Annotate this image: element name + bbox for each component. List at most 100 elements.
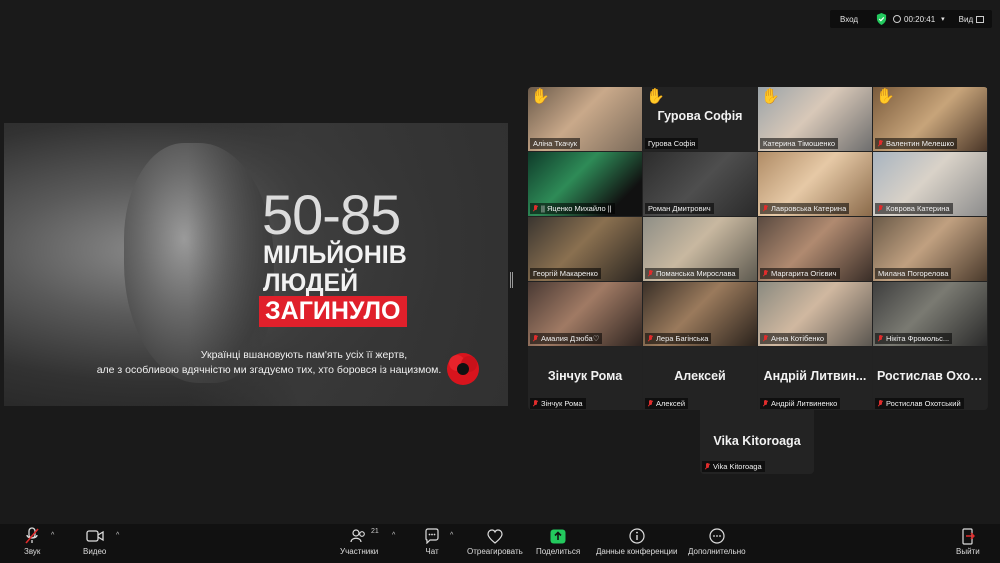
mic-muted-icon — [763, 204, 768, 213]
participant-name-label: Андрій Литвиненко — [760, 398, 841, 409]
participant-tile[interactable]: ✋ Катерина Тімошенко — [758, 87, 872, 151]
participant-name: Амалия Дзюба♡ — [541, 334, 600, 343]
share-screen-button[interactable]: Поделиться — [536, 527, 580, 556]
audio-options-chevron[interactable]: ^ — [51, 532, 54, 539]
participant-name-label: Зінчук Рома — [530, 398, 586, 409]
participant-name-label: Поманська Мирослава — [645, 268, 739, 279]
raised-hand-icon: ✋ — [876, 88, 895, 105]
participant-tile[interactable]: Поманська Мирослава — [643, 217, 757, 281]
slide-line-3: ЛЮДЕЙ — [263, 269, 359, 297]
participant-tile[interactable]: Роман Дмитрович — [643, 152, 757, 216]
participant-display-name: Ростислав Охот... — [877, 369, 986, 383]
participant-name: Маргарита Огієвич — [771, 269, 837, 278]
chat-label: Чат — [425, 547, 439, 556]
participant-name: Аліна Ткачук — [533, 139, 578, 148]
mic-muted-icon — [648, 269, 653, 278]
participant-tile[interactable]: ✋ Валентин Мелешко — [873, 87, 987, 151]
enter-button[interactable]: Вход — [840, 15, 868, 24]
mic-muted-icon — [763, 334, 768, 343]
leave-label: Выйти — [956, 547, 980, 556]
shield-icon[interactable] — [876, 13, 887, 25]
meeting-info-button[interactable]: Данные конференции — [596, 527, 677, 556]
participant-name-label: || Яценко Михайло || — [530, 203, 615, 214]
heart-icon — [487, 528, 503, 544]
poppy-icon — [447, 353, 479, 385]
video-button[interactable]: Видео — [83, 527, 106, 556]
mic-muted-icon — [878, 334, 883, 343]
chat-options-chevron[interactable]: ^ — [450, 532, 453, 539]
participant-tile[interactable]: Зінчук Рома Зінчук Рома — [528, 347, 642, 410]
participant-tile[interactable]: || Яценко Михайло || — [528, 152, 642, 216]
raised-hand-icon: ✋ — [646, 88, 665, 105]
participant-tile[interactable]: Георгій Макаренко — [528, 217, 642, 281]
participant-tile[interactable]: Алексей Алексей — [643, 347, 757, 410]
participant-name: || Яценко Михайло || — [541, 204, 612, 213]
splitter-handle[interactable] — [510, 272, 513, 288]
participant-name: Анна Котібенко — [771, 334, 825, 343]
slide-line-2: МІЛЬЙОНІВ — [263, 241, 407, 269]
participant-name: Нікіта Фромольс... — [886, 334, 950, 343]
mic-muted-icon — [533, 399, 538, 408]
participant-name: Зінчук Рома — [541, 399, 583, 408]
participant-tile[interactable]: Лавровська Катерина — [758, 152, 872, 216]
participant-tile[interactable]: Ростислав Охот... Ростислав Охотський — [873, 347, 987, 410]
video-options-chevron[interactable]: ^ — [116, 532, 119, 539]
react-button[interactable]: Отреагировать — [467, 527, 523, 556]
participant-name-label: Милана Погорелова — [875, 268, 952, 279]
participant-name-label: Нікіта Фромольс... — [875, 333, 953, 344]
mic-muted-icon — [648, 399, 653, 408]
more-button[interactable]: Дополнительно — [688, 527, 746, 556]
participant-tile[interactable]: Нікіта Фромольс... — [873, 282, 987, 346]
participant-name-label: Аліна Ткачук — [530, 138, 581, 149]
participants-count: 21 — [371, 528, 379, 535]
participant-name-label: Лавровська Катерина — [760, 203, 850, 214]
participant-tile[interactable]: ✋ Аліна Ткачук — [528, 87, 642, 151]
participant-tile[interactable]: Андрій Литвин... Андрій Литвиненко — [758, 347, 872, 410]
video-camera-icon — [86, 530, 104, 542]
participants-icon — [350, 529, 365, 543]
participant-name-label: Амалия Дзюба♡ — [530, 333, 603, 344]
participant-name: Гурова Софія — [648, 139, 696, 148]
participant-name-label: Роман Дмитрович — [645, 203, 714, 214]
participant-display-name: Зінчук Рома — [547, 369, 623, 383]
zoom-meeting-window: Вход 00:20:41 ▾ Вид 50-85 МІЛЬЙОНІВ ЛЮДЕ… — [0, 0, 1000, 563]
chat-button[interactable]: Чат — [424, 527, 440, 556]
participant-name: Георгій Макаренко — [533, 269, 598, 278]
participant-tile[interactable]: Гурова Софія ✋ Гурова Софія — [643, 87, 757, 151]
grid-view-icon[interactable] — [976, 15, 985, 23]
participant-tile[interactable]: Анна Котібенко — [758, 282, 872, 346]
participant-name: Валентин Мелешко — [886, 139, 955, 148]
participant-name: Ростислав Охотський — [886, 399, 961, 408]
participant-tile[interactable]: Лера Багінська — [643, 282, 757, 346]
mic-muted-icon — [878, 139, 883, 148]
participant-name-label: Валентин Мелешко — [875, 138, 958, 149]
participant-name: Лера Багінська — [656, 334, 709, 343]
participant-display-name: Vika Kitoroaga — [713, 434, 801, 448]
chevron-down-icon[interactable]: ▾ — [941, 15, 945, 23]
mic-muted-icon — [878, 399, 883, 408]
raised-hand-icon: ✋ — [531, 88, 550, 105]
slide-highlight: ЗАГИНУЛО — [259, 296, 407, 327]
participants-options-chevron[interactable]: ^ — [392, 532, 395, 539]
participant-tile[interactable]: Коврова Катерина — [873, 152, 987, 216]
meeting-toolbar: Звук ^ Видео ^ Участники 21 ^ Чат ^ Отре… — [0, 524, 1000, 563]
participant-tile[interactable]: Амалия Дзюба♡ — [528, 282, 642, 346]
share-label: Поделиться — [536, 547, 581, 556]
view-button[interactable]: Вид — [959, 15, 973, 24]
share-screen-icon — [550, 529, 566, 543]
video-label: Видео — [83, 547, 107, 556]
meeting-timer: 00:20:41 — [904, 14, 936, 24]
leave-button[interactable]: Выйти — [956, 527, 980, 556]
participant-name-label: Катерина Тімошенко — [760, 138, 839, 149]
participants-label: Участники — [340, 547, 379, 556]
react-label: Отреагировать — [467, 547, 523, 556]
mic-muted-icon — [533, 204, 538, 213]
more-icon — [709, 528, 725, 544]
meeting-info-label: Данные конференции — [596, 547, 678, 556]
participant-tile[interactable]: Маргарита Огієвич — [758, 217, 872, 281]
participant-display-name: Алексей — [674, 369, 726, 383]
participant-name: Vika Kitoroaga — [713, 462, 762, 471]
participant-tile[interactable]: Милана Погорелова — [873, 217, 987, 281]
participant-tile[interactable]: Vika Kitoroaga Vika Kitoroaga — [700, 410, 814, 474]
audio-button[interactable]: Звук — [24, 527, 40, 556]
